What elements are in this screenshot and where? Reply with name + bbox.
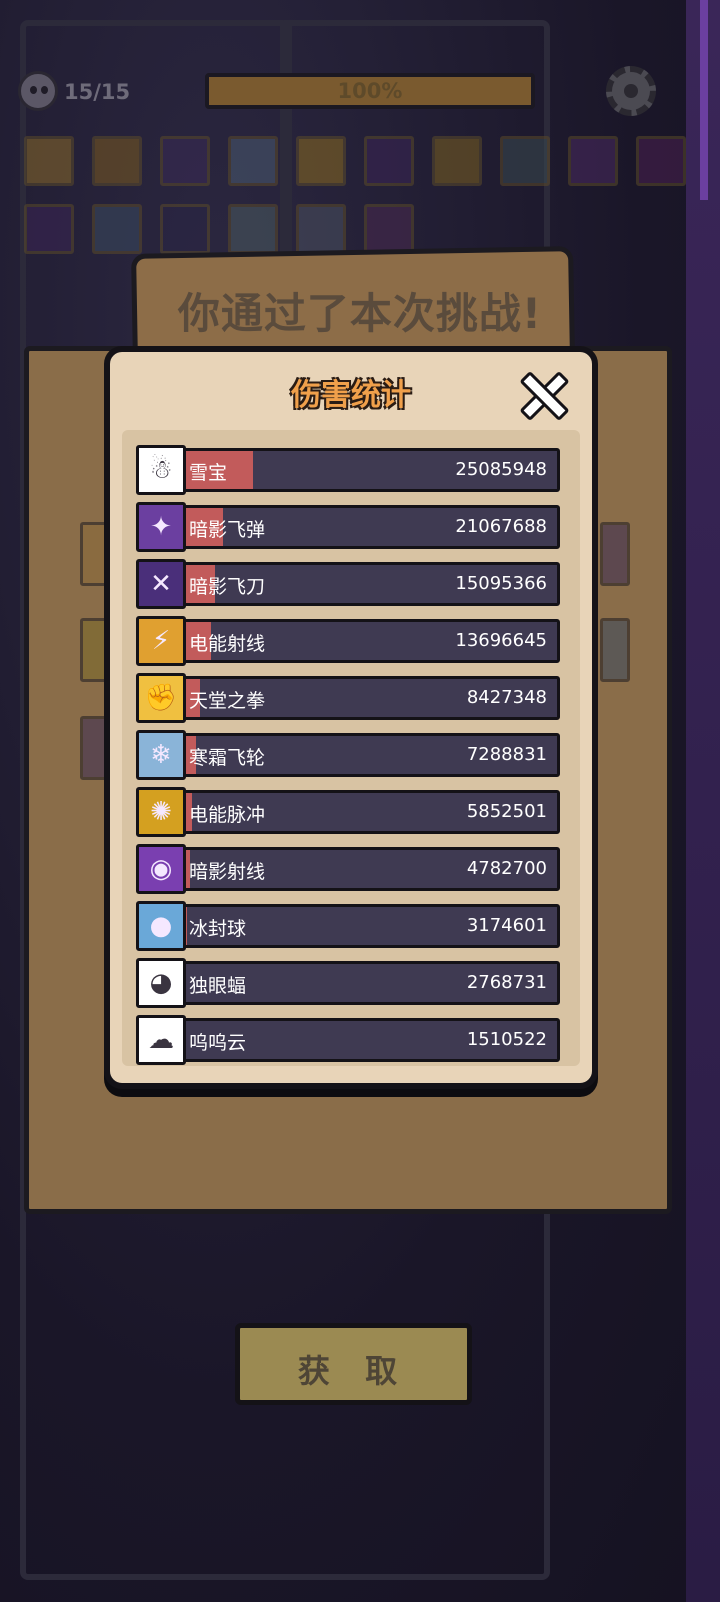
damage-value: 7288831 [466, 744, 547, 765]
damage-value: 8427348 [466, 687, 547, 708]
damage-row: 暗影飞刀 15095366 ✕ [134, 559, 566, 609]
damage-row: 雪宝 25085948 ☃ [134, 445, 566, 495]
get-reward-button[interactable]: 获 取 [235, 1323, 472, 1405]
damage-value: 15095366 [455, 573, 547, 594]
heaven-fist-icon: ✊ [136, 673, 186, 723]
damage-bar: 天堂之拳 8427348 [174, 676, 560, 720]
shadow-knife-icon: ✕ [136, 559, 186, 609]
skill-name: 冰封球 [189, 918, 247, 940]
ice-orb-icon: ● [136, 901, 186, 951]
damage-row: 电能脉冲 5852501 ✺ [134, 787, 566, 837]
skull-icon [18, 71, 58, 111]
damage-row: 电能射线 13696645 ⚡ [134, 616, 566, 666]
wave-progress-bar: 100% [205, 73, 535, 109]
skill-name: 天堂之拳 [189, 690, 266, 712]
electric-pulse-icon: ✺ [136, 787, 186, 837]
damage-row: 独眼蝠 2768731 ◕ [134, 958, 566, 1008]
skill-slot-icon [364, 204, 414, 254]
settings-gear-icon[interactable] [606, 66, 656, 116]
damage-bar: 独眼蝠 2768731 [174, 961, 560, 1005]
side-portal [686, 0, 720, 1602]
skill-slot-icon [364, 136, 414, 186]
skill-slot-row [24, 136, 686, 186]
damage-bar: 呜呜云 1510522 [174, 1018, 560, 1062]
side-portal-glow [700, 0, 708, 200]
electric-ray-icon: ⚡ [136, 616, 186, 666]
damage-list[interactable]: 雪宝 25085948 ☃ 暗影飞弹 21067688 ✦ 暗影飞刀 15095366 ✕ 电能射… [122, 430, 580, 1066]
damage-value: 2768731 [466, 972, 547, 993]
frost-wheel-icon: ❄ [136, 730, 186, 780]
damage-stats-panel: 伤害统计 雪宝 25085948 ☃ 暗影飞弹 21067688 ✦ 暗影飞刀 1509536… [104, 346, 598, 1089]
skill-name: 雪宝 [189, 462, 228, 484]
skill-slot-icon [92, 136, 142, 186]
damage-row: 天堂之拳 8427348 ✊ [134, 673, 566, 723]
skill-slot-icon [92, 204, 142, 254]
damage-bar: 暗影射线 4782700 [174, 847, 560, 891]
damage-bar: 寒霜飞轮 7288831 [174, 733, 560, 777]
skill-name: 暗影射线 [189, 861, 266, 883]
skill-slot-icon [24, 136, 74, 186]
skill-slot-row [24, 204, 414, 254]
damage-value: 1510522 [466, 1029, 547, 1050]
damage-value: 3174601 [466, 915, 547, 936]
skill-name: 电能脉冲 [189, 804, 266, 826]
storm-cloud-icon: ☁ [136, 1015, 186, 1065]
skill-slot-icon [24, 204, 74, 254]
skill-slot-icon [568, 136, 618, 186]
shadow-ray-icon: ◉ [136, 844, 186, 894]
snow-creature-icon: ☃ [136, 445, 186, 495]
damage-row: 暗影飞弹 21067688 ✦ [134, 502, 566, 552]
wave-progress-text: 100% [337, 79, 403, 103]
skill-slot-icon [432, 136, 482, 186]
kill-counter: 15/15 [64, 80, 131, 104]
damage-value: 13696645 [455, 630, 547, 651]
skill-slot-icon [228, 204, 278, 254]
damage-bar: 电能射线 13696645 [174, 619, 560, 663]
damage-bar: 冰封球 3174601 [174, 904, 560, 948]
skill-name: 电能射线 [189, 633, 266, 655]
skill-slot-icon [160, 136, 210, 186]
reward-card-peek [600, 522, 630, 586]
damage-row: 冰封球 3174601 ● [134, 901, 566, 951]
skill-slot-icon [636, 136, 686, 186]
damage-bar: 暗影飞弹 21067688 [174, 505, 560, 549]
skill-slot-icon [296, 204, 346, 254]
damage-bar: 电能脉冲 5852501 [174, 790, 560, 834]
close-icon[interactable] [518, 370, 564, 416]
skill-name: 寒霜飞轮 [189, 747, 266, 769]
skill-name: 呜呜云 [189, 1032, 247, 1054]
get-reward-label: 获 取 [297, 1352, 410, 1390]
damage-row: 呜呜云 1510522 ☁ [134, 1015, 566, 1065]
shadow-missile-icon: ✦ [136, 502, 186, 552]
damage-value: 4782700 [466, 858, 547, 879]
one-eyed-bat-icon: ◕ [136, 958, 186, 1008]
damage-value: 25085948 [455, 459, 547, 480]
damage-bar: 暗影飞刀 15095366 [174, 562, 560, 606]
damage-value: 5852501 [466, 801, 547, 822]
challenge-complete-title: 你通过了本次挑战! [177, 289, 543, 338]
damage-value: 21067688 [455, 516, 547, 537]
damage-row: 寒霜飞轮 7288831 ❄ [134, 730, 566, 780]
skill-name: 独眼蝠 [189, 975, 247, 997]
skill-slot-icon [296, 136, 346, 186]
skill-slot-icon [228, 136, 278, 186]
skill-name: 暗影飞刀 [189, 576, 266, 598]
damage-row: 暗影射线 4782700 ◉ [134, 844, 566, 894]
skill-slot-icon [160, 204, 210, 254]
reward-card-peek [600, 618, 630, 682]
damage-bar: 雪宝 25085948 [174, 448, 560, 492]
skill-slot-icon [500, 136, 550, 186]
skill-name: 暗影飞弹 [189, 519, 266, 541]
